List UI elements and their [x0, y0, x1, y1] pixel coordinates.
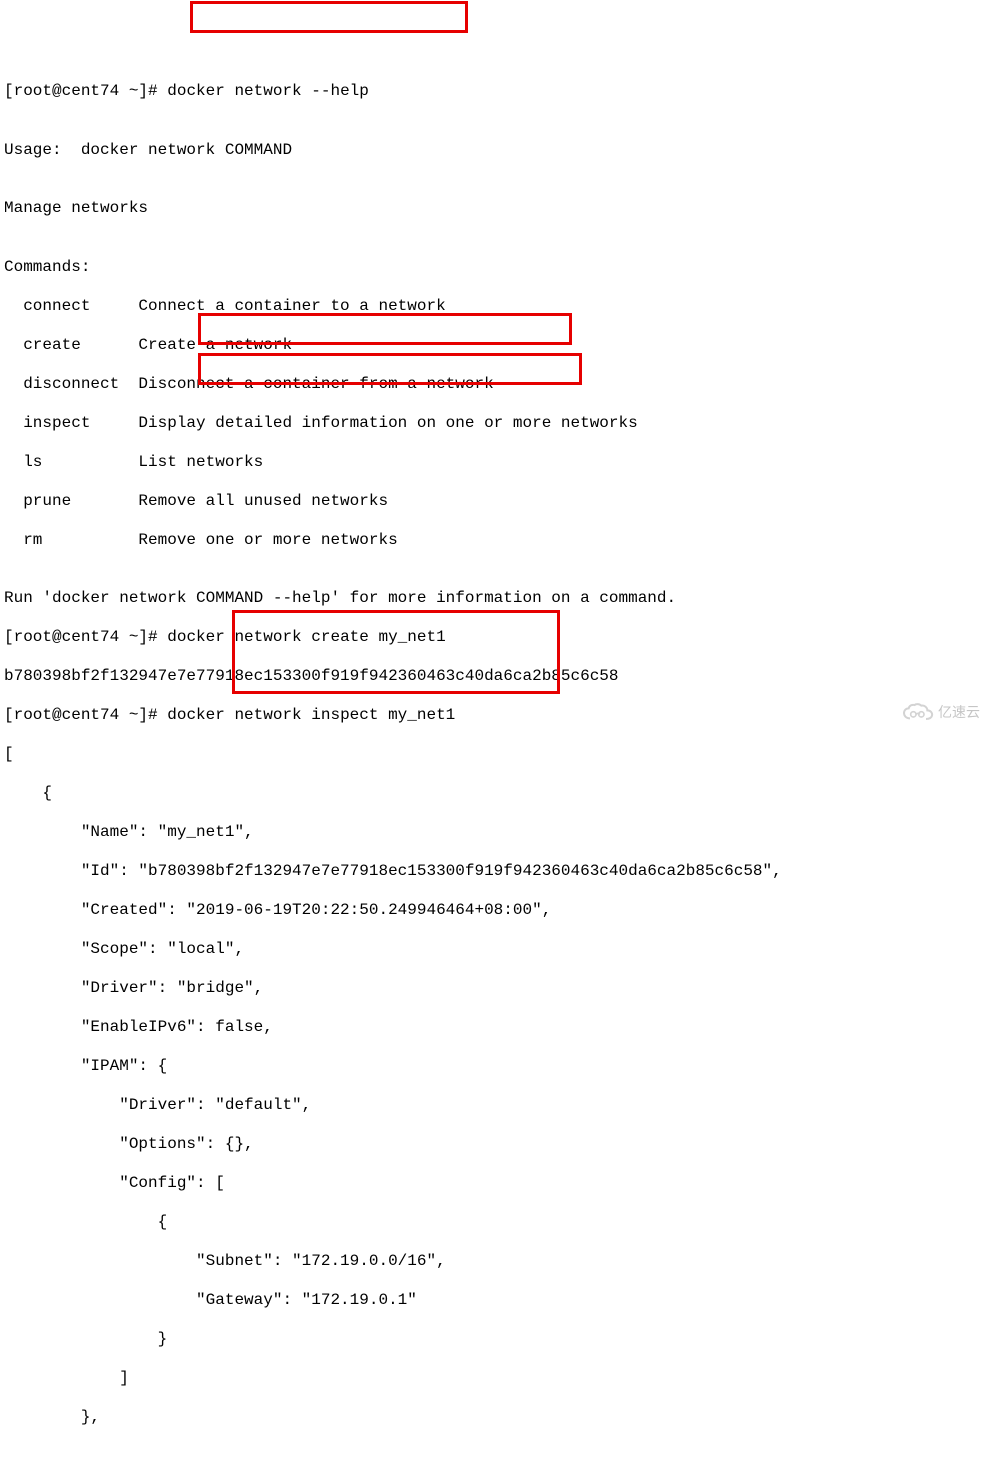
cmd-connect: connect Connect a container to a network [4, 297, 984, 317]
cmd-disconnect: disconnect Disconnect a container from a… [4, 375, 984, 395]
json-line: { [4, 1213, 984, 1233]
command-text: docker network inspect my_net1 [167, 706, 455, 724]
cmd-prune: prune Remove all unused networks [4, 492, 984, 512]
terminal-line: [root@cent74 ~]# docker network create m… [4, 628, 984, 648]
cmd-create: create Create a network [4, 336, 984, 356]
json-line: { [4, 784, 984, 804]
prompt: [root@cent74 ~]# [4, 706, 167, 724]
prompt: [root@cent74 ~]# [4, 82, 167, 100]
command-text: docker network --help [167, 82, 369, 100]
cloud-icon [902, 703, 934, 723]
json-line: "Options": {}, [4, 1135, 984, 1155]
json-line: "Name": "my_net1", [4, 823, 984, 843]
json-line: "Driver": "bridge", [4, 979, 984, 999]
watermark: 亿速云 [902, 703, 980, 723]
output-hash: b780398bf2f132947e7e77918ec153300f919f94… [4, 667, 984, 687]
highlight-docker-help [190, 1, 468, 33]
json-line: ] [4, 1369, 984, 1389]
cmd-rm: rm Remove one or more networks [4, 531, 984, 551]
json-line: } [4, 1330, 984, 1350]
json-line: "Gateway": "172.19.0.1" [4, 1291, 984, 1311]
usage-line: Usage: docker network COMMAND [4, 141, 984, 161]
cmd-inspect: inspect Display detailed information on … [4, 414, 984, 434]
run-help-line: Run 'docker network COMMAND --help' for … [4, 589, 984, 609]
json-line: "Id": "b780398bf2f132947e7e77918ec153300… [4, 862, 984, 882]
json-line: "EnableIPv6": false, [4, 1018, 984, 1038]
json-line: "IPAM": { [4, 1057, 984, 1077]
terminal-line: [root@cent74 ~]# docker network --help [4, 82, 984, 102]
json-line: "Created": "2019-06-19T20:22:50.24994646… [4, 901, 984, 921]
json-line: "Driver": "default", [4, 1096, 984, 1116]
json-line: "Config": [ [4, 1174, 984, 1194]
json-line: [ [4, 745, 984, 765]
terminal-line: [root@cent74 ~]# docker network inspect … [4, 706, 984, 726]
manage-line: Manage networks [4, 199, 984, 219]
json-line: "Scope": "local", [4, 940, 984, 960]
prompt: [root@cent74 ~]# [4, 628, 167, 646]
commands-header: Commands: [4, 258, 984, 278]
json-line: }, [4, 1408, 984, 1428]
command-text: docker network create my_net1 [167, 628, 445, 646]
watermark-text: 亿速云 [938, 703, 980, 723]
cmd-ls: ls List networks [4, 453, 984, 473]
json-line: "Subnet": "172.19.0.0/16", [4, 1252, 984, 1272]
